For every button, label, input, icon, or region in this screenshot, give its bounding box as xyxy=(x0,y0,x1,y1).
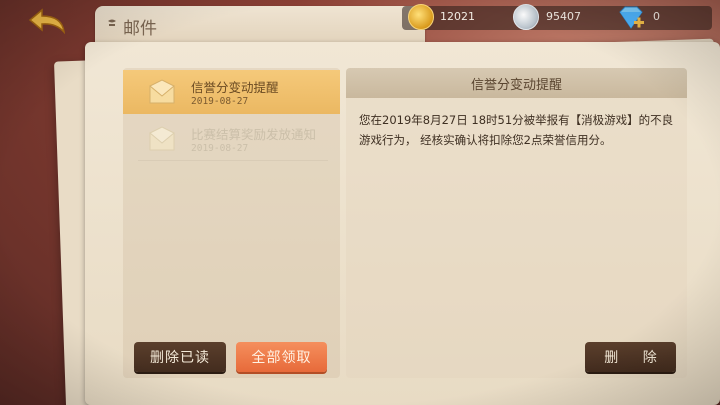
mail-detail-body: 您在2019年8月27日 18时51分被举报有【消极游戏】的不良游戏行为， 经核… xyxy=(359,113,674,147)
gold-coin-icon xyxy=(408,4,434,30)
gold-coin-value: 12021 xyxy=(440,10,475,23)
page-title: 邮件 xyxy=(123,19,157,39)
mail-item[interactable]: 比赛结算奖励发放通知 2019-08-27 xyxy=(123,117,340,161)
mail-date: 2019-08-27 xyxy=(191,143,249,154)
delete-read-button[interactable]: 删除已读 xyxy=(134,342,226,372)
diamond-add-icon xyxy=(619,6,644,29)
claim-all-button[interactable]: 全部领取 xyxy=(236,342,327,372)
mail-tab-icon xyxy=(108,19,116,26)
delete-button[interactable]: 删 除 xyxy=(585,342,676,372)
silver-coin-icon xyxy=(513,4,539,30)
mail-list-panel xyxy=(123,68,340,378)
diamond-add-button[interactable] xyxy=(616,4,646,32)
back-arrow-icon xyxy=(28,8,66,35)
silver-coin-value: 95407 xyxy=(546,10,581,23)
mail-title-tab: 邮件 xyxy=(95,6,425,42)
list-divider xyxy=(138,160,328,161)
mail-subject: 比赛结算奖励发放通知 xyxy=(191,127,317,142)
mail-detail-title: 信誉分变动提醒 xyxy=(346,68,687,98)
mail-item-selected[interactable]: 信誉分变动提醒 2019-08-27 xyxy=(123,70,340,114)
diamond-value: 0 xyxy=(653,10,660,23)
mail-date: 2019-08-27 xyxy=(191,96,249,107)
back-button[interactable] xyxy=(28,8,68,36)
envelope-icon xyxy=(149,79,175,104)
mail-subject: 信誉分变动提醒 xyxy=(191,80,279,95)
envelope-icon xyxy=(149,126,175,151)
